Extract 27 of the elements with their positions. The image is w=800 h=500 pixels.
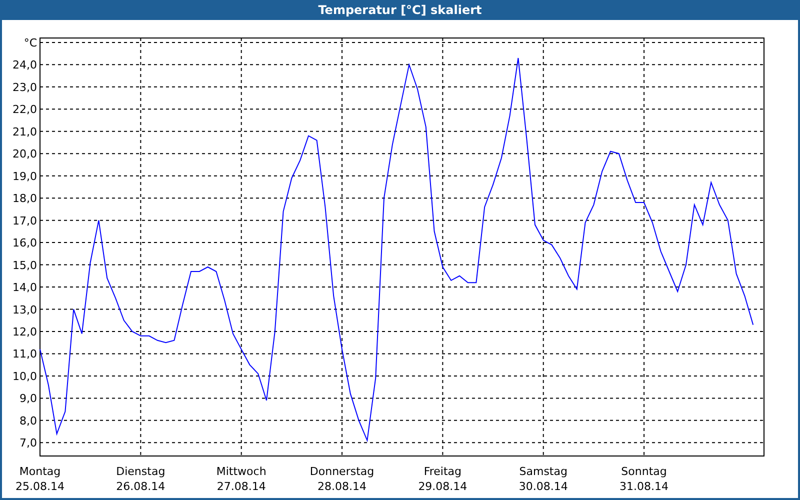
- y-axis-label: 10,0: [12, 370, 37, 383]
- y-axis-label: 19,0: [12, 170, 37, 183]
- y-axis-label: 11,0: [12, 348, 37, 361]
- y-axis-label: 7,0: [20, 436, 37, 450]
- y-axis-label: 9,0: [20, 392, 37, 406]
- y-axis-label: 22,0: [12, 103, 37, 116]
- y-axis-label: 18,0: [12, 192, 37, 206]
- y-axis-label: 17,0: [12, 214, 37, 228]
- y-axis-label: 24,0: [12, 58, 37, 72]
- y-axis-label: 15,0: [12, 258, 37, 272]
- window-title: Temperatur [°C] skaliert: [0, 0, 800, 20]
- y-axis-label: 13,0: [12, 303, 37, 316]
- x-axis-label: Donnerstag 28.08.14: [310, 465, 374, 493]
- y-axis-label: 8,0: [20, 414, 37, 428]
- x-axis-label: Dienstag 26.08.14: [116, 465, 166, 493]
- y-axis-label: 20,0: [12, 148, 37, 161]
- y-axis-label: 21,0: [12, 125, 37, 138]
- y-axis-label: 23,0: [12, 80, 37, 94]
- x-axis-label: Mittwoch 27.08.14: [216, 465, 266, 493]
- y-axis-label: 12,0: [12, 326, 37, 338]
- x-axis-label: Samstag 30.08.14: [518, 465, 568, 493]
- x-axis-label: Montag 25.08.14: [16, 465, 64, 493]
- y-axis-label: 14,0: [12, 281, 37, 294]
- x-axis-label: Freitag 29.08.14: [418, 465, 468, 493]
- x-axis-label: Sonntag 31.08.14: [620, 465, 669, 493]
- y-axis-label: 16,0: [12, 236, 37, 250]
- y-axis-label: °C: [24, 36, 37, 50]
